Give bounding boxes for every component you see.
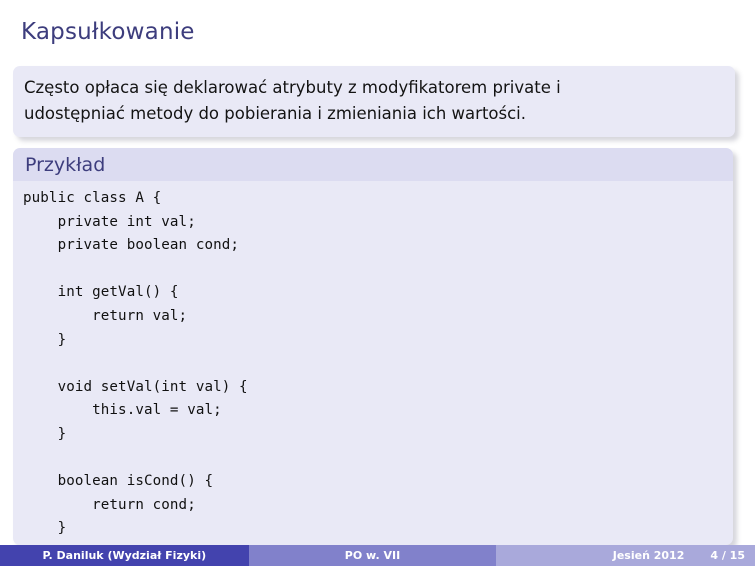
statement-block: Często opłaca się deklarować atrybuty z … — [13, 66, 735, 137]
footer-term: Jesień 2012 — [612, 549, 685, 562]
footer-page-number: 4 / 15 — [710, 549, 745, 562]
footer-meta: Jesień 2012 4 / 15 — [496, 545, 755, 566]
page-title: Kapsułkowanie — [21, 19, 195, 45]
code-listing: public class A { private int val; privat… — [23, 190, 248, 545]
example-block-header: Przykład — [13, 148, 733, 181]
example-block-title: Przykład — [25, 154, 106, 176]
footer-course: PO w. VII — [248, 545, 497, 566]
example-block-body: public class A { private int val; privat… — [13, 181, 733, 545]
statement-line: udostępniać metody do pobierania i zmien… — [24, 104, 527, 123]
statement-line: Często opłaca się deklarować atrybuty z … — [24, 78, 561, 97]
footer-author: P. Daniluk (Wydział Fizyki) — [0, 545, 249, 566]
footer-bar: P. Daniluk (Wydział Fizyki) PO w. VII Je… — [0, 545, 755, 566]
example-block: Przykład public class A { private int va… — [13, 148, 733, 545]
